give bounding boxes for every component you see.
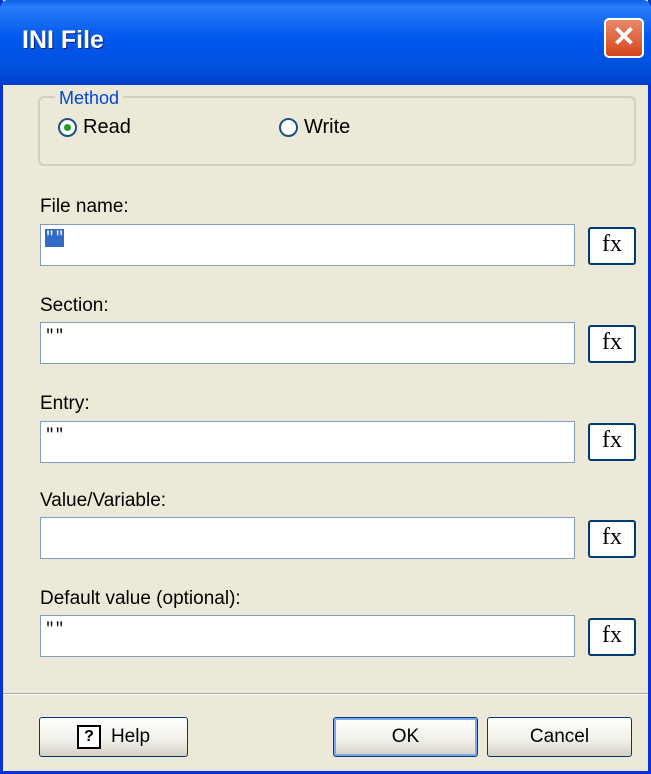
method-legend: Method <box>55 88 124 109</box>
file-name-value: "" <box>45 229 65 247</box>
section-field[interactable]: "" <box>40 322 575 364</box>
ini-file-dialog: INI File ✕ Method Read Write File name: … <box>0 0 651 774</box>
section-label: Section: <box>40 295 109 316</box>
entry-fx-button[interactable]: fx <box>588 423 636 461</box>
cancel-button[interactable]: Cancel <box>487 717 632 757</box>
default-value-fx-button[interactable]: fx <box>588 618 636 656</box>
footer-separator <box>3 693 648 695</box>
radio-read[interactable]: Read <box>58 116 131 139</box>
section-fx-button[interactable]: fx <box>588 325 636 363</box>
cancel-button-label: Cancel <box>529 726 590 747</box>
radio-read-indicator[interactable] <box>58 118 77 137</box>
ok-button-label: OK <box>391 726 420 747</box>
section-value: "" <box>45 327 65 345</box>
default-value-value: "" <box>45 620 65 638</box>
value-variable-field[interactable] <box>40 517 575 559</box>
entry-label: Entry: <box>40 393 90 414</box>
file-name-fx-button[interactable]: fx <box>588 227 636 265</box>
dialog-title: INI File <box>22 26 104 54</box>
radio-read-label: Read <box>83 116 131 138</box>
title-bar[interactable]: INI File ✕ <box>0 0 651 85</box>
file-name-label: File name: <box>40 196 129 217</box>
radio-write-label: Write <box>304 116 351 138</box>
entry-value: "" <box>45 426 65 444</box>
close-icon: ✕ <box>612 21 636 52</box>
help-icon: ? <box>76 725 101 749</box>
default-value-field[interactable]: "" <box>40 615 575 657</box>
file-name-field[interactable]: "" <box>40 224 575 266</box>
entry-field[interactable]: "" <box>40 421 575 463</box>
default-value-label: Default value (optional): <box>40 588 241 609</box>
method-groupbox: Method Read Write <box>38 88 636 166</box>
ok-button[interactable]: OK <box>333 717 478 757</box>
value-variable-label: Value/Variable: <box>40 490 167 511</box>
help-button[interactable]: ? Help <box>39 717 188 757</box>
help-button-label: Help <box>110 726 151 747</box>
radio-write-indicator[interactable] <box>279 118 298 137</box>
value-variable-fx-button[interactable]: fx <box>588 520 636 558</box>
radio-write[interactable]: Write <box>279 116 350 139</box>
close-button[interactable]: ✕ <box>604 18 644 58</box>
